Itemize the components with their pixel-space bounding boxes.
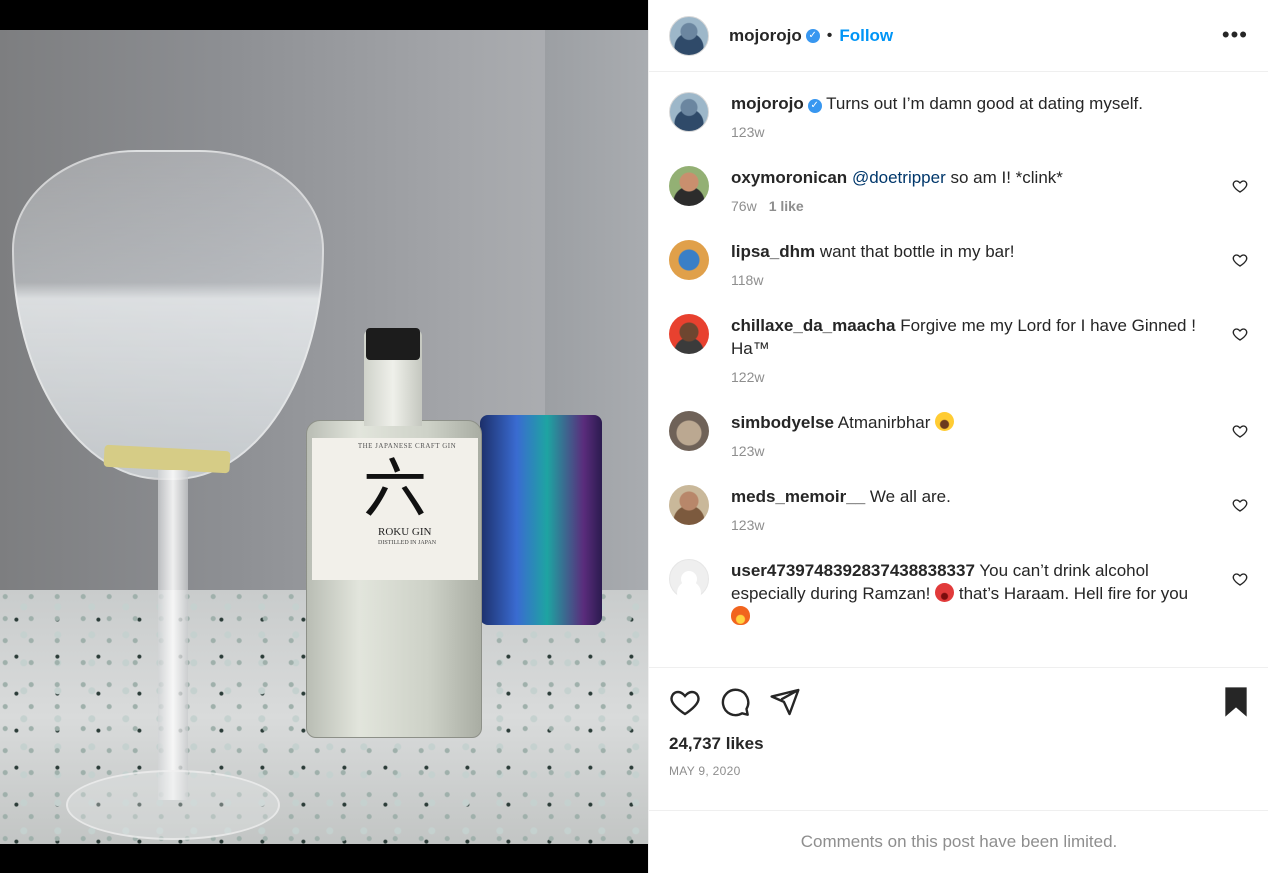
comment-item: meds_memoir__ We all are. 123w: [649, 485, 1268, 537]
bottle-label-sub: DISTILLED IN JAPAN: [378, 540, 437, 546]
caption: mojorojo ✓ Turns out I’m damn good at dat…: [649, 92, 1268, 144]
commenter-avatar[interactable]: [669, 240, 709, 280]
follow-button[interactable]: Follow: [839, 26, 893, 46]
comment-age[interactable]: 76w: [731, 198, 757, 214]
comment-username[interactable]: simbodyelse: [731, 413, 834, 432]
commenter-avatar[interactable]: [669, 166, 709, 206]
bookmark-icon[interactable]: [1222, 686, 1250, 718]
comment-age[interactable]: 118w: [731, 272, 763, 288]
share-icon[interactable]: [769, 686, 801, 718]
comment-age[interactable]: 123w: [731, 517, 764, 533]
comment-text: Atmanirbhar: [837, 413, 931, 432]
comment-age[interactable]: 122w: [731, 369, 764, 385]
heart-icon[interactable]: [1232, 326, 1248, 342]
default-avatar-icon[interactable]: [669, 559, 709, 599]
post-date: MAY 9, 2020: [669, 764, 741, 778]
instagram-post-viewer: THE JAPANESE CRAFT GIN 六 ROKU GIN DISTIL…: [0, 0, 1268, 873]
comment-mention[interactable]: @doetripper: [852, 168, 946, 187]
comment-likes[interactable]: 1 like: [769, 198, 804, 214]
commenter-avatar[interactable]: [669, 411, 709, 451]
bottle-label-brand: ROKU GIN: [378, 526, 432, 538]
comment-username[interactable]: oxymoronican: [731, 168, 847, 187]
post-media[interactable]: THE JAPANESE CRAFT GIN 六 ROKU GIN DISTIL…: [0, 0, 648, 873]
caption-username[interactable]: mojorojo: [731, 94, 804, 113]
comment-age[interactable]: 123w: [731, 443, 764, 459]
comment-username[interactable]: meds_memoir__: [731, 487, 865, 506]
separator-dot: •: [826, 26, 833, 44]
glass-stem: [158, 470, 188, 800]
fire-icon: [731, 606, 750, 625]
comment-item: simbodyelse Atmanirbhar 123w: [649, 411, 1268, 463]
comment-item: user4739748392837438838337 You can’t dri…: [649, 559, 1268, 628]
comment-text-continued: that’s Haraam. Hell fire for you: [954, 584, 1189, 603]
caption-age[interactable]: 123w: [731, 124, 764, 140]
post-photo: THE JAPANESE CRAFT GIN 六 ROKU GIN DISTIL…: [0, 30, 648, 844]
comment-item: oxymoronican @doetripper so am I! *clink…: [649, 166, 1268, 218]
post-header: mojorojo ✓ • Follow •••: [649, 0, 1268, 72]
post-actions: 24,737 likes MAY 9, 2020: [649, 667, 1268, 811]
comment-text: want that bottle in my bar!: [819, 242, 1015, 261]
comment-text: so am I! *clink*: [945, 168, 1063, 187]
wine-glass: [12, 150, 324, 480]
author-username[interactable]: mojorojo: [729, 26, 802, 46]
commenter-avatar[interactable]: [669, 314, 709, 354]
author-avatar[interactable]: [669, 15, 709, 56]
bottle-label-kanji: 六: [363, 453, 427, 527]
author-avatar[interactable]: [669, 92, 709, 132]
comment-username[interactable]: lipsa_dhm: [731, 242, 815, 261]
comments-limited-notice: Comments on this post have been limited.: [649, 810, 1268, 873]
heart-icon[interactable]: [1232, 497, 1248, 513]
heart-icon[interactable]: [1232, 252, 1248, 268]
bottle-label-tagline: THE JAPANESE CRAFT GIN: [357, 442, 457, 450]
caption-text: Turns out I’m damn good at dating myself…: [826, 94, 1143, 113]
bottle-cap: [366, 328, 420, 360]
verified-badge-icon: ✓: [807, 99, 822, 113]
comment-username[interactable]: user4739748392837438838337: [731, 561, 975, 580]
glass-base: [66, 770, 280, 840]
face-with-tears-of-joy-icon: [935, 412, 955, 431]
pouting-face-icon: [935, 583, 955, 602]
heart-icon[interactable]: [1232, 178, 1248, 194]
post-sidebar: mojorojo ✓ • Follow ••• mojorojo ✓ Turns …: [648, 0, 1268, 873]
comments-list[interactable]: mojorojo ✓ Turns out I’m damn good at dat…: [649, 72, 1268, 667]
comment-icon[interactable]: [719, 686, 751, 718]
heart-icon[interactable]: [1232, 423, 1248, 439]
commenter-avatar[interactable]: [669, 485, 709, 525]
heart-icon[interactable]: [1232, 571, 1248, 587]
comment-username[interactable]: chillaxe_da_maacha: [731, 316, 895, 335]
comment-item: lipsa_dhm want that bottle in my bar! 11…: [649, 240, 1268, 292]
heart-icon[interactable]: [669, 686, 701, 718]
ice-bucket: [480, 415, 602, 625]
likes-count[interactable]: 24,737 likes: [669, 734, 1248, 754]
verified-badge-icon: ✓: [805, 28, 820, 43]
more-icon[interactable]: •••: [1222, 22, 1248, 48]
comment-item: chillaxe_da_maacha Forgive me my Lord fo…: [649, 314, 1268, 389]
comment-text: We all are.: [869, 487, 951, 506]
